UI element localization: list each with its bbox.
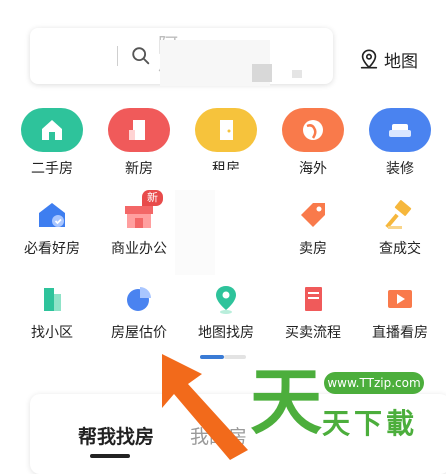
map-pin-icon — [360, 49, 378, 69]
grid-item-label: 海外 — [299, 161, 327, 177]
grid-item-label: 商业办公 — [111, 241, 167, 257]
map-button[interactable]: 地图 — [358, 46, 418, 72]
grid-item-commercial[interactable]: 新 商业办公 — [95, 190, 183, 268]
store-icon: 新 — [122, 190, 163, 232]
grid-item-label: 新房 — [125, 161, 153, 177]
search-icon — [132, 47, 150, 65]
grid-item-label: 直播看房 — [372, 325, 428, 341]
grid-item-process[interactable]: 买卖流程 — [269, 282, 357, 352]
grid-item-new-house[interactable]: 新房 — [95, 108, 183, 178]
building-icon — [108, 108, 170, 152]
grid-item-label: 房屋估价 — [111, 325, 167, 341]
grid-item-label: 必看好房 — [24, 241, 80, 257]
grid-item-community[interactable]: 找小区 — [8, 282, 96, 352]
heart-house-icon — [35, 198, 69, 232]
grid-item-overseas[interactable]: 海外 — [269, 108, 357, 178]
tab-help-find[interactable]: 帮我找房 — [78, 422, 154, 449]
watermark-sub: 天下載 — [322, 407, 419, 440]
grid-item-label: 找小区 — [31, 325, 73, 341]
grid-item-second-hand[interactable]: 二手房 — [8, 108, 96, 178]
tower-icon — [35, 282, 69, 316]
grid-item-label: 二手房 — [31, 161, 73, 177]
grid-item-label: 地图找房 — [198, 325, 254, 341]
annotation-arrow-icon — [162, 354, 248, 460]
sofa-icon — [369, 108, 431, 152]
grid-item-live[interactable]: 直播看房 — [356, 282, 444, 352]
redaction-mask — [252, 64, 272, 82]
redaction-mask — [292, 70, 302, 78]
pin-icon — [209, 282, 243, 316]
grid-item-valuation[interactable]: 房屋估价 — [95, 282, 183, 352]
grid-item-label: 装修 — [386, 161, 414, 177]
piechart-icon — [122, 282, 156, 316]
grid-item-label: 卖房 — [299, 241, 327, 257]
door-icon — [195, 108, 257, 152]
tag-icon — [296, 198, 330, 232]
grid-item-label: 买卖流程 — [285, 325, 341, 341]
grid-item-rent[interactable]: 租房 — [182, 108, 270, 178]
search-divider — [117, 46, 118, 66]
grid-item-deals[interactable]: 查成交 — [356, 198, 444, 268]
globe-icon — [282, 108, 344, 152]
tab-underline — [90, 454, 130, 458]
grid-item-label: 租房 — [212, 161, 240, 170]
grid-item-must-see[interactable]: 必看好房 — [8, 198, 96, 268]
grid-item-decoration[interactable]: 装修 — [356, 108, 444, 178]
video-icon — [383, 282, 417, 316]
hammer-icon — [383, 198, 417, 232]
watermark-url: www.TTzip.com — [324, 372, 424, 394]
map-button-label: 地图 — [384, 51, 418, 72]
grid-item-label: 查成交 — [379, 241, 421, 257]
redaction-mask — [175, 190, 215, 275]
grid-item-sell[interactable]: 卖房 — [269, 198, 357, 268]
new-badge: 新 — [142, 190, 163, 206]
watermark-big-char: 天 — [250, 360, 323, 444]
grid-item-map-search[interactable]: 地图找房 — [182, 282, 270, 352]
house-icon — [21, 108, 83, 152]
book-icon — [296, 282, 330, 316]
